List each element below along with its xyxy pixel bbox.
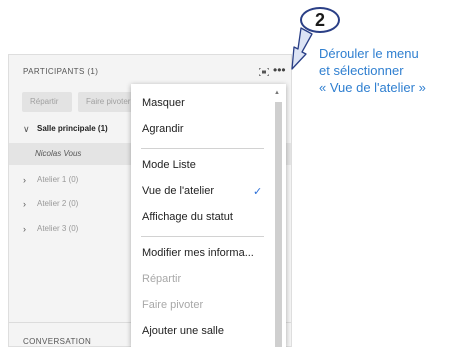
- menu-item-rotate[interactable]: Faire pivoter: [142, 299, 203, 311]
- room-atelier-3-label: Atelier 3 (0): [37, 224, 79, 233]
- callout-line-2: et sélectionner: [319, 63, 404, 78]
- menu-item-maximize[interactable]: Agrandir: [142, 123, 184, 135]
- chevron-right-icon: ›: [23, 175, 26, 185]
- room-atelier-2-label: Atelier 2 (0): [37, 199, 79, 208]
- menu-divider: [141, 236, 264, 237]
- room-main-label: Salle principale (1): [37, 124, 108, 133]
- checkmark-icon: ✓: [253, 186, 263, 198]
- fullscreen-icon[interactable]: [259, 68, 269, 76]
- callout-text: Dérouler le menu et sélectionner « Vue d…: [319, 45, 426, 96]
- scrollbar-thumb[interactable]: [275, 102, 282, 347]
- menu-item-list-mode[interactable]: Mode Liste: [142, 159, 196, 171]
- menu-scrollbar[interactable]: ▲: [273, 90, 283, 347]
- participant-name: Nicolas Vous: [35, 149, 82, 158]
- menu-item-hide[interactable]: Masquer: [142, 97, 185, 109]
- menu-item-assign[interactable]: Répartir: [142, 273, 181, 285]
- options-dropdown-menu: Masquer Agrandir Mode Liste Vue de l'ate…: [131, 84, 286, 347]
- assign-button[interactable]: Répartir: [22, 92, 72, 112]
- menu-item-status-display[interactable]: Affichage du statut: [142, 211, 233, 223]
- panel-title: PARTICIPANTS (1): [23, 67, 99, 76]
- chevron-down-icon: ∨: [23, 124, 30, 134]
- menu-item-add-room[interactable]: Ajouter une salle: [142, 325, 224, 337]
- menu-divider: [141, 148, 264, 149]
- menu-item-edit-info[interactable]: Modifier mes informa...: [142, 247, 254, 259]
- chevron-right-icon: ›: [23, 199, 26, 209]
- callout-line-3: « Vue de l'atelier »: [319, 80, 426, 95]
- callout-arrow-icon: [291, 27, 313, 70]
- scroll-up-arrow-icon[interactable]: ▲: [274, 90, 280, 96]
- chevron-right-icon: ›: [23, 224, 26, 234]
- step-number-badge: 2: [300, 7, 340, 33]
- room-atelier-1-label: Atelier 1 (0): [37, 175, 79, 184]
- menu-item-breakout-view[interactable]: Vue de l'atelier: [142, 185, 214, 197]
- callout-line-1: Dérouler le menu: [319, 46, 419, 61]
- conversation-title: CONVERSATION: [23, 337, 92, 346]
